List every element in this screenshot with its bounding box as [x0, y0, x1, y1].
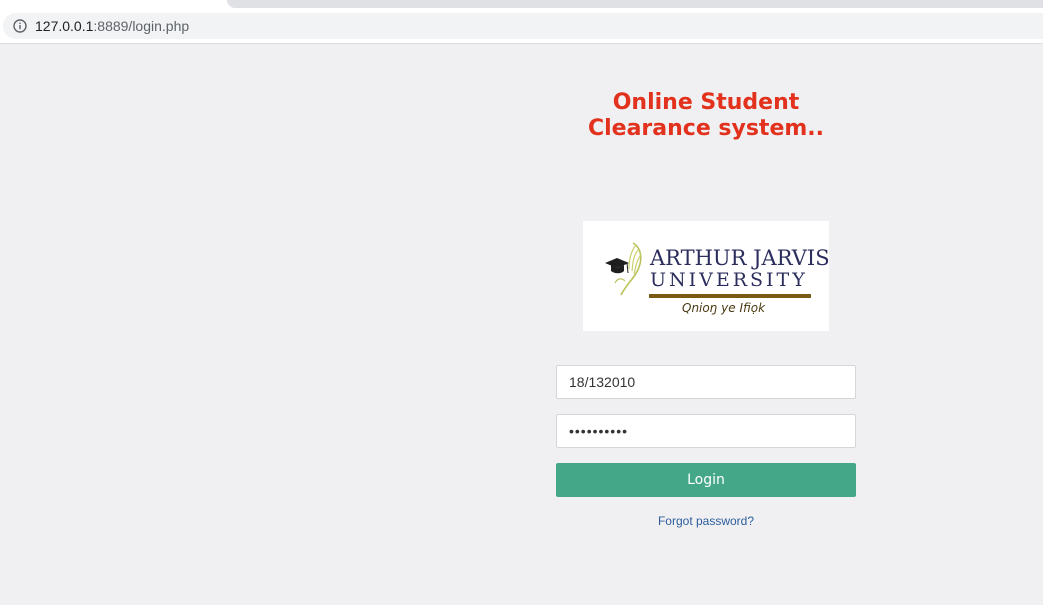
forgot-password-link[interactable]: Forgot password?	[556, 514, 856, 528]
url-text[interactable]: 127.0.0.1:8889/login.php	[35, 18, 189, 34]
logo-name-line-1: ARTHUR JARVIS	[650, 246, 830, 270]
active-tab[interactable]	[227, 0, 1043, 8]
title-line-2: Clearance system..	[587, 116, 825, 141]
url-path: :8889/login.php	[93, 18, 190, 34]
university-logo: ARTHUR JARVIS UNIVERSITY Qnioŋ ye Ifiọk	[583, 221, 830, 331]
logo-divider	[649, 294, 811, 298]
login-button[interactable]: Login	[556, 463, 856, 497]
url-host: 127.0.0.1	[35, 18, 94, 34]
login-page: Online Student Clearance system.. ARTHUR…	[0, 44, 1043, 605]
username-input[interactable]	[556, 365, 856, 399]
logo-motto: Qnioŋ ye Ifiọk	[682, 301, 766, 315]
omnibox[interactable]: 127.0.0.1:8889/login.php	[3, 13, 1043, 39]
logo-name-line-2: UNIVERSITY	[650, 269, 808, 291]
address-bar: 127.0.0.1:8889/login.php	[0, 10, 1043, 44]
password-input[interactable]	[556, 414, 856, 448]
graduation-cap-quill-icon	[605, 242, 642, 296]
title-line-1: Online Student	[612, 90, 800, 115]
info-icon[interactable]	[13, 19, 27, 33]
page-title: Online Student Clearance system..	[556, 90, 856, 142]
browser-tabstrip	[0, 0, 1043, 10]
